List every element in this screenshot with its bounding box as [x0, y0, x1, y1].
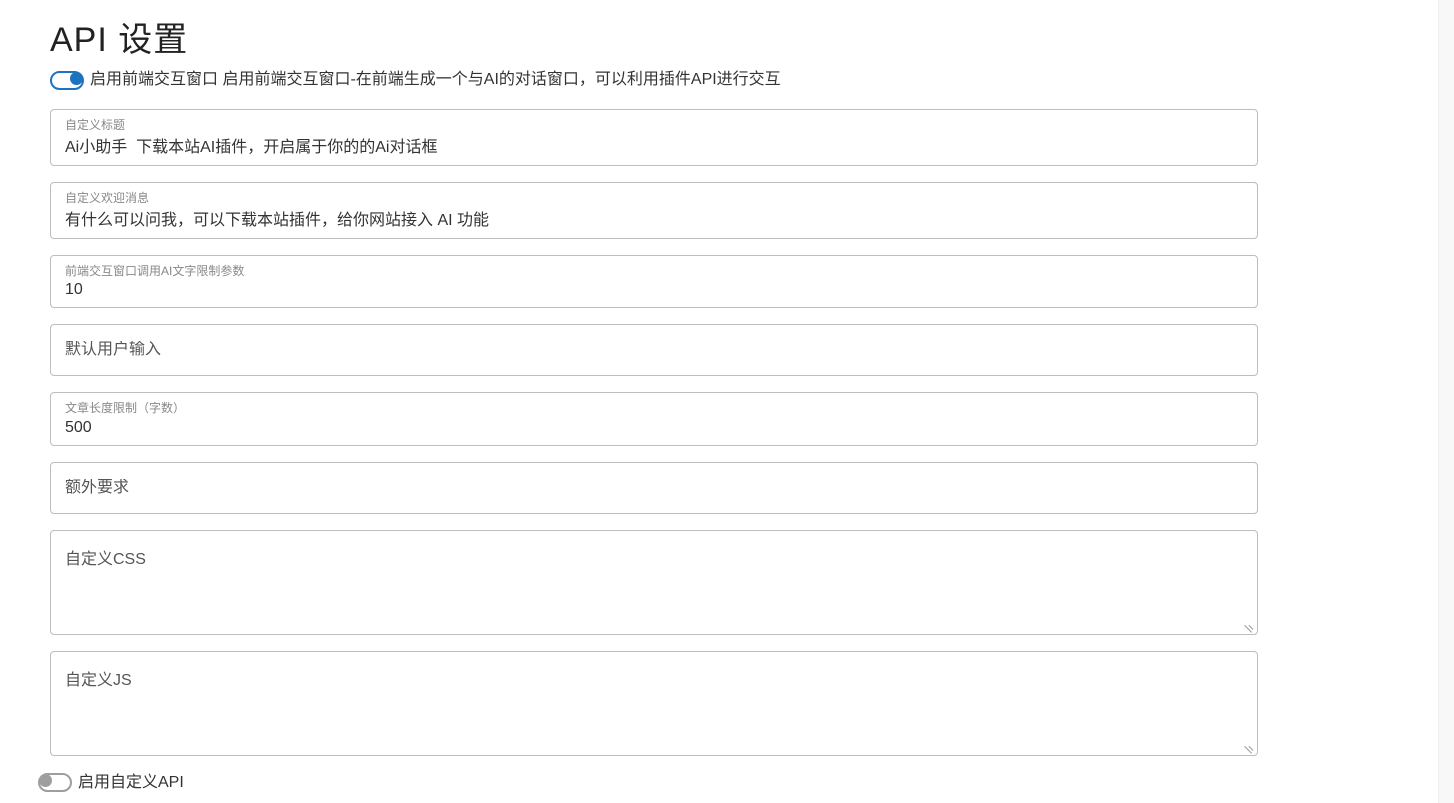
label-welcome-message: 自定义欢迎消息	[65, 191, 1243, 207]
input-text-limit[interactable]	[65, 281, 1243, 299]
page-container: API 设置 启用前端交互窗口 启用前端交互窗口-在前端生成一个与AI的对话窗口…	[0, 0, 1454, 803]
input-article-length[interactable]	[65, 419, 1243, 437]
field-custom-title: 自定义标题	[50, 109, 1258, 166]
switch-thumb-icon	[70, 72, 83, 85]
toggle-frontend-window-row: 启用前端交互窗口 启用前端交互窗口-在前端生成一个与AI的对话窗口，可以利用插件…	[50, 69, 1258, 91]
input-default-user-input[interactable]	[65, 341, 1243, 359]
label-text-limit: 前端交互窗口调用AI文字限制参数	[65, 264, 1243, 280]
input-extra-requirements[interactable]	[65, 479, 1243, 497]
label-custom-title: 自定义标题	[65, 118, 1243, 134]
field-welcome-message: 自定义欢迎消息	[50, 182, 1258, 239]
resize-handle-icon[interactable]	[1243, 741, 1255, 753]
toggle-frontend-window[interactable]	[50, 71, 84, 90]
field-article-length: 文章长度限制（字数）	[50, 392, 1258, 446]
input-welcome-message[interactable]	[65, 209, 1243, 227]
toggle-custom-api[interactable]	[38, 773, 72, 792]
field-custom-js	[50, 651, 1258, 756]
page-title: API 设置	[50, 12, 1258, 61]
field-default-user-input	[50, 324, 1258, 376]
toggle-custom-api-row: 启用自定义API	[38, 772, 1258, 794]
field-extra-requirements	[50, 462, 1258, 514]
field-text-limit: 前端交互窗口调用AI文字限制参数	[50, 255, 1258, 309]
textarea-custom-js[interactable]	[65, 666, 1243, 736]
content-area: API 设置 启用前端交互窗口 启用前端交互窗口-在前端生成一个与AI的对话窗口…	[0, 12, 1308, 803]
input-custom-title[interactable]	[65, 136, 1243, 154]
resize-handle-icon[interactable]	[1243, 620, 1255, 632]
scrollbar-track[interactable]	[1438, 0, 1454, 803]
toggle-custom-api-label: 启用自定义API	[78, 772, 184, 794]
field-custom-css	[50, 530, 1258, 635]
toggle-frontend-window-label: 启用前端交互窗口 启用前端交互窗口-在前端生成一个与AI的对话窗口，可以利用插件…	[90, 69, 781, 91]
textarea-custom-css[interactable]	[65, 545, 1243, 615]
label-article-length: 文章长度限制（字数）	[65, 401, 1243, 417]
